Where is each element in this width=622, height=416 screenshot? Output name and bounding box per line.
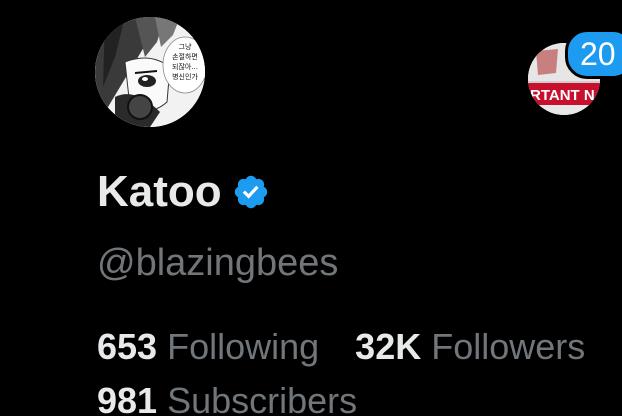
- bubble-line-4: 병신인가: [172, 72, 198, 81]
- profile-avatar[interactable]: 그냥 손절하면 되잖아... 병신인가: [95, 17, 205, 127]
- following-label: Following: [167, 326, 320, 367]
- followers-label: Followers: [431, 326, 586, 367]
- bubble-line-3: 되잖아...: [172, 62, 198, 71]
- verified-badge-icon[interactable]: [232, 173, 270, 211]
- subscribers-row: 981 Subscribers: [97, 376, 357, 416]
- bubble-line-1: 그냥: [179, 42, 192, 51]
- switcher-banner-text: RTANT N: [530, 87, 595, 104]
- subscribers-count: 981: [97, 380, 158, 416]
- following-count: 653: [97, 326, 158, 367]
- display-name: Katoo: [97, 167, 222, 216]
- avatar-image: 그냥 손절하면 되잖아... 병신인가: [95, 17, 205, 127]
- following-stat[interactable]: 653 Following: [97, 322, 319, 372]
- stats-row: 653 Following 32K Followers: [97, 322, 585, 372]
- name-row: Katoo: [97, 164, 270, 220]
- notification-count-badge[interactable]: 20: [565, 29, 622, 79]
- profile-screen: 그냥 손절하면 되잖아... 병신인가 RTANT N 20 Katoo @bl…: [0, 0, 622, 416]
- bubble-line-2: 손절하면: [172, 52, 198, 61]
- followers-count: 32K: [355, 326, 422, 367]
- followers-stat[interactable]: 32K Followers: [355, 322, 585, 372]
- user-handle: @blazingbees: [97, 242, 339, 284]
- subscribers-label: Subscribers: [167, 380, 358, 416]
- subscribers-stat[interactable]: 981 Subscribers: [97, 380, 357, 416]
